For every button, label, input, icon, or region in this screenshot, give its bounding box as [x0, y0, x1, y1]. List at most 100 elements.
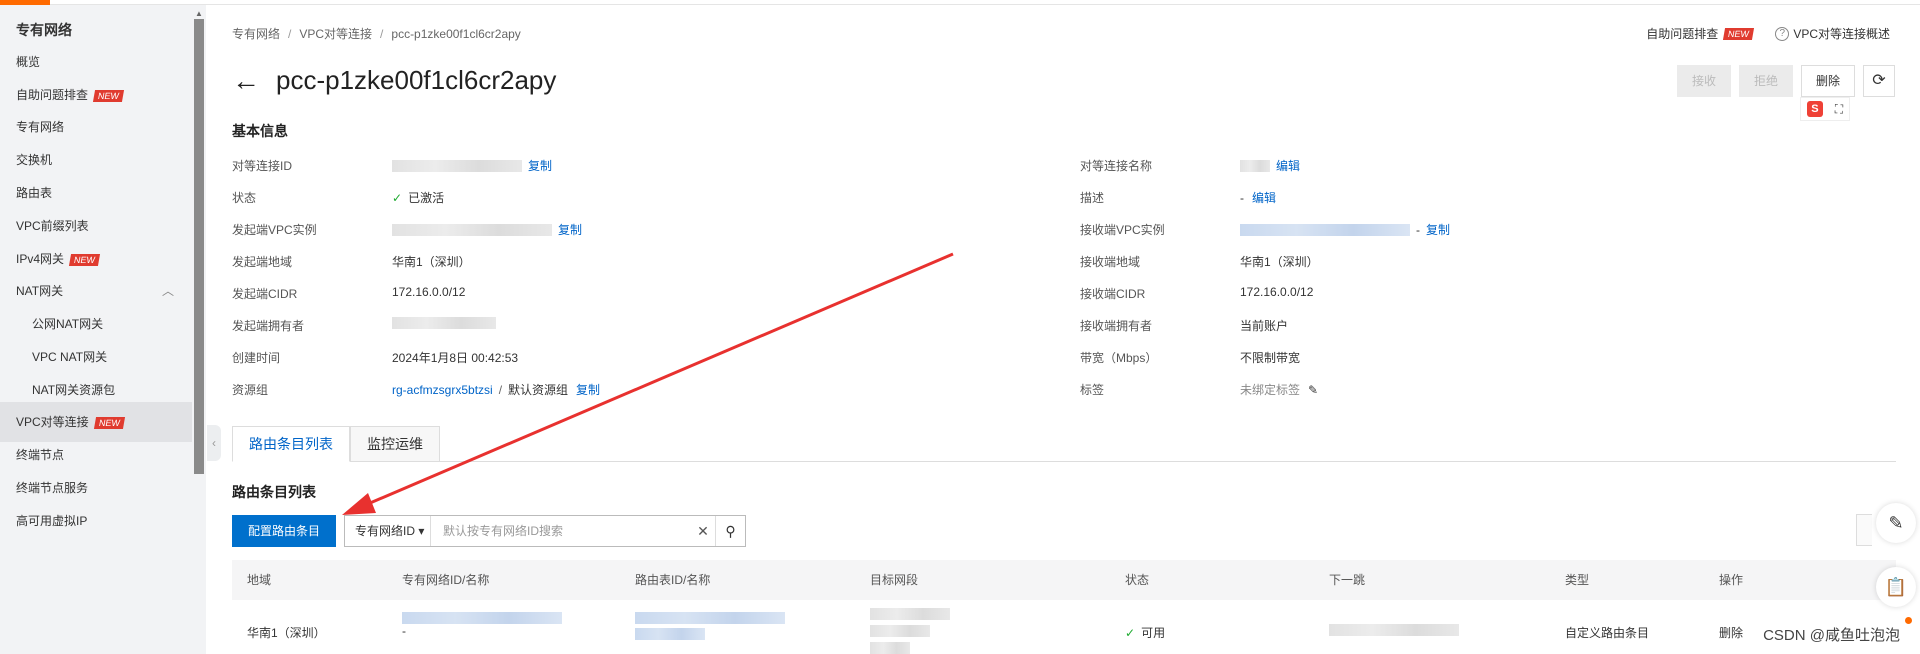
- search-input[interactable]: [431, 516, 692, 546]
- tags-text: 未绑定标签: [1240, 383, 1301, 397]
- column-header: 类型: [1565, 573, 1590, 587]
- check-icon: ✓: [1125, 626, 1136, 640]
- acceptor-vpc-value: - 复制: [1240, 221, 1450, 238]
- overview-link[interactable]: ? VPC对等连接概述: [1775, 25, 1890, 42]
- edit-pencil-icon[interactable]: ✎: [1308, 383, 1318, 397]
- sogou-s-icon[interactable]: S: [1806, 101, 1823, 117]
- breadcrumb-vpc-peering[interactable]: VPC对等连接: [299, 27, 372, 41]
- resource-group-link[interactable]: rg-acfmzsgrx5btzsi: [392, 383, 493, 397]
- status-text: 可用: [1141, 626, 1166, 640]
- troubleshoot-link[interactable]: 自助问题排查: [1646, 25, 1718, 42]
- config-route-button[interactable]: 配置路由条目: [232, 515, 337, 547]
- edit-link[interactable]: 编辑: [1276, 157, 1300, 174]
- info-label: 接收端VPC实例: [1080, 223, 1165, 237]
- info-label: 资源组: [232, 383, 269, 397]
- redacted-value: [392, 317, 496, 329]
- sidebar-title: 专有网络: [16, 22, 72, 38]
- sidebar-scrollbar[interactable]: [192, 5, 206, 654]
- redacted-link[interactable]: [402, 612, 562, 624]
- sidebar-item-label: 高可用虚拟IP: [16, 514, 88, 528]
- info-label: 带宽（Mbps）: [1080, 351, 1158, 365]
- info-label: 接收端CIDR: [1080, 287, 1146, 301]
- question-icon: ?: [1775, 26, 1790, 41]
- check-icon: ✓: [392, 190, 403, 205]
- sidebar-item-label: 交换机: [16, 153, 53, 167]
- info-label: 接收端拥有者: [1080, 319, 1153, 333]
- sidebar-item-havip[interactable]: 高可用虚拟IP: [0, 501, 192, 541]
- initiator-vpc-value: 复制: [392, 221, 582, 238]
- notification-dot: [1905, 617, 1912, 624]
- redacted-link[interactable]: [635, 628, 705, 640]
- initiator-owner-value: [392, 317, 502, 329]
- feedback-edit-icon[interactable]: ✎: [1876, 503, 1916, 543]
- sidebar-item-label: VPC对等连接: [16, 415, 89, 429]
- breadcrumb-current: pcc-p1zke00f1cl6cr2apy: [391, 27, 521, 41]
- resource-group-value: rg-acfmzsgrx5btzsi / 默认资源组 复制: [392, 381, 601, 398]
- acceptor-owner-value: 当前账户: [1240, 319, 1289, 333]
- redacted-value: [1240, 159, 1270, 172]
- back-arrow-icon[interactable]: ←: [232, 66, 260, 95]
- delete-route-link[interactable]: 删除: [1719, 624, 1743, 641]
- tab-bar: 路由条目列表 监控运维: [232, 426, 1896, 462]
- accept-button[interactable]: 接收: [1676, 65, 1731, 97]
- created-time-value: 2024年1月8日 00:42:53: [392, 351, 519, 365]
- cell-route-table: [635, 612, 791, 640]
- refresh-button[interactable]: ⟳: [1863, 65, 1895, 97]
- new-badge: NEW: [92, 89, 125, 102]
- edit-link[interactable]: 编辑: [1252, 189, 1276, 206]
- sidebar-item-label: 终端节点: [16, 448, 65, 462]
- scrollbar-thumb[interactable]: [194, 19, 204, 474]
- column-header: 专有网络ID/名称: [402, 573, 490, 587]
- copy-link[interactable]: 复制: [528, 157, 552, 174]
- sidebar-item-label: VPC前缀列表: [16, 219, 89, 233]
- cell-type: 自定义路由条目: [1565, 626, 1650, 640]
- refresh-icon: ⟳: [1872, 72, 1886, 89]
- scroll-up-icon[interactable]: ▲: [195, 9, 203, 18]
- search-icon[interactable]: ⚲: [715, 516, 745, 546]
- floating-toolbar: S ⛶: [1800, 97, 1850, 121]
- info-label: 接收端地域: [1080, 255, 1141, 269]
- page-title: pcc-p1zke00f1cl6cr2apy: [276, 65, 557, 95]
- search-field-select[interactable]: 专有网络ID ▾: [345, 516, 432, 546]
- breadcrumb-vpc[interactable]: 专有网络: [232, 27, 280, 41]
- search-select-label: 专有网络ID: [355, 524, 416, 538]
- tags-value: 未绑定标签 ✎: [1240, 381, 1318, 398]
- side-panel-edge[interactable]: [1856, 514, 1872, 546]
- cell-vpc-sub: -: [402, 624, 406, 638]
- top-right-links: 自助问题排查 NEW ? VPC对等连接概述: [1646, 25, 1890, 42]
- clipboard-icon[interactable]: 📋: [1876, 567, 1916, 607]
- sidebar-collapse-handle[interactable]: ‹: [207, 425, 221, 461]
- copy-link[interactable]: 复制: [1426, 221, 1450, 238]
- sidebar-item-label: 路由表: [16, 186, 53, 200]
- redacted-value: [392, 159, 522, 172]
- info-label: 发起端地域: [232, 255, 293, 269]
- copy-link[interactable]: 复制: [576, 381, 600, 398]
- tab-route-entries[interactable]: 路由条目列表: [232, 426, 350, 462]
- clear-icon[interactable]: ✕: [691, 523, 715, 540]
- tab-monitoring[interactable]: 监控运维: [350, 426, 440, 462]
- redacted-link[interactable]: [635, 612, 785, 624]
- sidebar-item-label: NAT网关: [16, 284, 64, 298]
- column-header: 路由表ID/名称: [635, 573, 711, 587]
- copy-link[interactable]: 复制: [558, 221, 582, 238]
- description-value: - 编辑: [1240, 189, 1276, 206]
- sidebar-item-label: 自助问题排查: [16, 88, 89, 102]
- breadcrumb: 专有网络 / VPC对等连接 / pcc-p1zke00f1cl6cr2apy: [232, 27, 521, 41]
- sidebar-item-label: 终端节点服务: [16, 481, 89, 495]
- table-row: 华南1（深圳） - ✓ 可用 自定义路由条目 删除: [232, 600, 1896, 654]
- search-group: 专有网络ID ▾ ✕ ⚲: [344, 515, 747, 547]
- route-toolbar: 配置路由条目 专有网络ID ▾ ✕ ⚲: [232, 515, 747, 547]
- reject-button[interactable]: 拒绝: [1738, 65, 1793, 97]
- column-header: 操作: [1719, 573, 1744, 587]
- cell-vpc: -: [402, 612, 568, 638]
- sidebar-item-label: VPC NAT网关: [32, 350, 108, 364]
- column-header: 下一跳: [1329, 573, 1366, 587]
- redacted-value: [1240, 223, 1410, 236]
- acceptor-region-value: 华南1（深圳）: [1240, 255, 1319, 269]
- sidebar-item-label: NAT网关资源包: [32, 383, 116, 397]
- sidebar-item-label: 概览: [16, 55, 41, 69]
- new-badge: NEW: [68, 253, 101, 266]
- delete-button[interactable]: 删除: [1800, 65, 1855, 97]
- peering-id-value: 复制: [392, 157, 552, 174]
- fullscreen-icon[interactable]: ⛶: [1835, 102, 1843, 117]
